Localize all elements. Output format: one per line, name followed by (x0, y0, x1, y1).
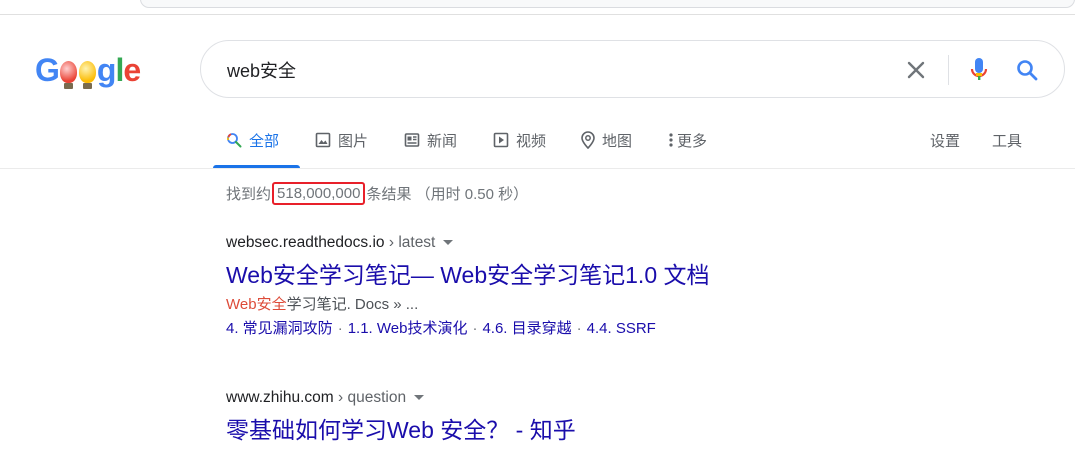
sitelink-separator: · (472, 320, 478, 337)
google-logo[interactable]: Ggle (35, 50, 141, 90)
more-vert-icon (669, 130, 673, 150)
tab-all-label: 全部 (249, 133, 280, 150)
logo-letter-g2: g (96, 52, 117, 88)
result-path: › latest (384, 234, 436, 251)
tools-link[interactable]: 工具 (992, 130, 1022, 151)
result-title-link[interactable]: Web安全学习笔记— Web安全学习笔记1.0 文档 (226, 260, 710, 290)
stats-prefix: 找到约 (226, 186, 272, 203)
tabs-divider (0, 168, 1075, 169)
tab-videos[interactable]: 视频 (493, 118, 546, 168)
logo-letter-g: G (35, 52, 60, 88)
result-path: › question (333, 389, 407, 406)
browser-top-strip (0, 0, 1075, 15)
newspaper-icon (404, 130, 420, 150)
result-snippet: Web安全学习笔记. Docs » ... (226, 294, 710, 316)
result-domain: websec.readthedocs.io (226, 234, 385, 251)
search-box (200, 40, 1065, 98)
result-stats: 找到约 518,000,000 条结果 （用时 0.50 秒） (226, 182, 529, 206)
search-icon (1017, 60, 1038, 81)
result-url[interactable]: www.zhihu.com › question (226, 387, 576, 409)
tab-more[interactable]: 更多 (669, 118, 707, 168)
search-box-divider (948, 55, 949, 85)
sitelink[interactable]: 1.1. Web技术演化 (348, 320, 468, 337)
clear-button[interactable] (901, 55, 931, 85)
sitelink[interactable]: 4. 常见漏洞攻防 (226, 320, 333, 337)
search-results-page: Ggle web安全 全部 图片 新闻 视频 地图 更多 设置 工具 找到约 5… (0, 0, 1075, 451)
stats-suffix: 条结果 (366, 186, 412, 203)
tab-maps[interactable]: 地图 (581, 118, 632, 168)
sitelink[interactable]: 4.6. 目录穿越 (482, 320, 571, 337)
settings-link[interactable]: 设置 (930, 130, 960, 151)
snippet-text: 学习笔记. Docs » ... (286, 296, 419, 313)
result-domain: www.zhihu.com (226, 389, 334, 406)
chevron-down-icon[interactable] (414, 395, 425, 400)
voice-search-button[interactable] (964, 54, 994, 86)
tab-images-label: 图片 (338, 133, 369, 150)
search-input[interactable] (227, 57, 887, 83)
tab-videos-label: 视频 (516, 133, 547, 150)
stats-time: （用时 0.50 秒） (415, 186, 529, 203)
browser-bar-remnant (140, 0, 1075, 8)
close-icon (907, 61, 925, 79)
sitelink-separator: · (576, 320, 582, 337)
tab-all[interactable]: 全部 (213, 118, 300, 168)
search-button[interactable] (1011, 54, 1043, 86)
search-result: www.zhihu.com › question 零基础如何学习Web 安全？ … (226, 387, 576, 445)
result-title-link[interactable]: 零基础如何学习Web 安全？ - 知乎 (226, 415, 576, 445)
chevron-down-icon[interactable] (443, 240, 454, 245)
result-url[interactable]: websec.readthedocs.io › latest (226, 232, 710, 254)
result-sitelinks: 4. 常见漏洞攻防 · 1.1. Web技术演化 · 4.6. 目录穿越 · 4.4. SS… (226, 318, 710, 340)
tab-news[interactable]: 新闻 (404, 118, 457, 168)
map-pin-icon (581, 130, 595, 150)
search-result: websec.readthedocs.io › latest Web安全学习笔记… (226, 232, 710, 340)
logo-bulb-red (59, 61, 77, 89)
tab-images[interactable]: 图片 (315, 118, 368, 168)
tab-maps-label: 地图 (602, 133, 633, 150)
search-icon (226, 130, 242, 150)
image-icon (315, 130, 331, 150)
sitelink-separator: · (337, 320, 343, 337)
tab-news-label: 新闻 (427, 133, 458, 150)
microphone-icon (970, 58, 988, 80)
tab-more-label: 更多 (677, 133, 708, 150)
logo-bulb-yellow (78, 61, 96, 89)
logo-letter-e: e (123, 52, 141, 88)
play-icon (493, 130, 509, 150)
result-count: 518,000,000 (272, 182, 366, 205)
sitelink[interactable]: 4.4. SSRF (587, 320, 656, 337)
snippet-highlight: Web安全 (226, 296, 287, 313)
